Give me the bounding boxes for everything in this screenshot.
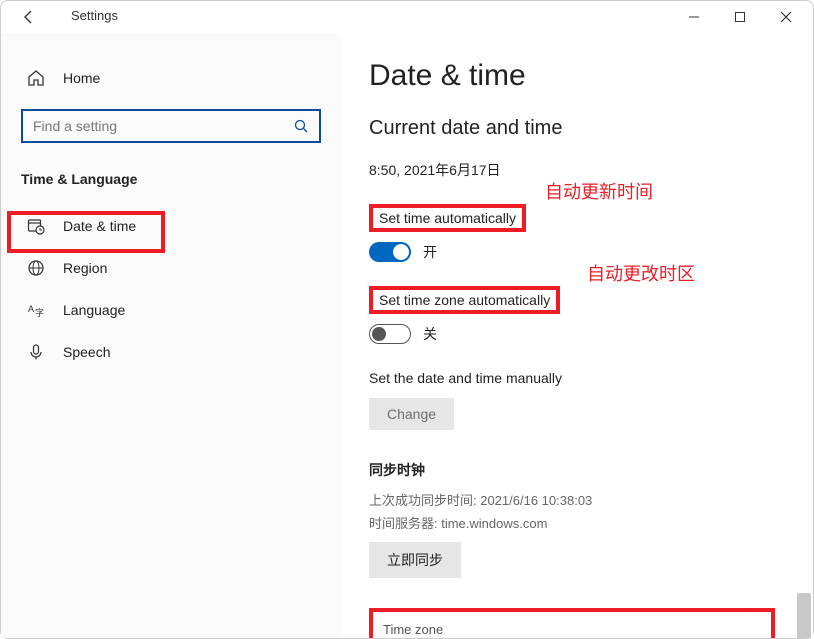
calendar-clock-icon (27, 217, 45, 235)
svg-text:A: A (28, 304, 34, 314)
toggle-state: 开 (423, 242, 437, 262)
sync-last: 上次成功同步时间: 2021/6/16 10:38:03 (369, 490, 785, 509)
nav-label: Date & time (63, 218, 136, 234)
titlebar: Settings (1, 1, 813, 33)
sidebar: Home Time & Language Date & time (1, 33, 341, 638)
nav-label: Language (63, 302, 125, 318)
language-icon: A字 (27, 301, 45, 319)
minimize-icon (688, 11, 700, 23)
home-label: Home (63, 70, 100, 86)
content: Home Time & Language Date & time (1, 33, 813, 638)
sync-server: 时间服务器: time.windows.com (369, 513, 785, 532)
timezone-section: Time zone (UTC+08:00) 北京，重庆，香港特别行政区，乌鲁木齐 (369, 608, 775, 638)
search-box[interactable] (21, 109, 321, 143)
tz-label: Time zone (383, 622, 761, 637)
maximize-button[interactable] (717, 2, 763, 32)
section-title: Time & Language (21, 171, 321, 187)
change-button[interactable]: Change (369, 398, 454, 430)
toggle-set-time-auto[interactable] (369, 242, 411, 262)
scrollbar-thumb[interactable] (797, 593, 811, 638)
search-input[interactable] (33, 118, 294, 134)
minimize-button[interactable] (671, 2, 717, 32)
arrow-left-icon (21, 9, 37, 25)
nav-language[interactable]: A字 Language (21, 289, 321, 331)
settings-window: Settings Home Time & Language (0, 0, 814, 639)
main-pane: Date & time Current date and time 8:50, … (341, 33, 813, 638)
nav-region[interactable]: Region (21, 247, 321, 289)
current-datetime: 8:50, 2021年6月17日 (369, 160, 785, 180)
nav-label: Speech (63, 344, 110, 360)
home-icon (27, 69, 45, 87)
home-nav[interactable]: Home (21, 61, 321, 95)
toggle-state: 关 (423, 324, 437, 344)
close-button[interactable] (763, 2, 809, 32)
toggle-set-tz-auto[interactable] (369, 324, 411, 344)
set-time-auto-label: Set time automatically (369, 204, 526, 232)
mic-icon (27, 343, 45, 361)
manual-label: Set the date and time manually (369, 368, 568, 388)
nav-speech[interactable]: Speech (21, 331, 321, 373)
search-icon (294, 119, 309, 134)
sync-now-button[interactable]: 立即同步 (369, 542, 461, 578)
annotation-auto-time: 自动更新时间 (545, 178, 653, 204)
svg-text:字: 字 (35, 307, 44, 318)
annotation-auto-tz: 自动更改时区 (587, 260, 695, 286)
globe-icon (27, 259, 45, 277)
nav-list: Date & time Region A字 Language (21, 205, 321, 373)
close-icon (780, 11, 792, 23)
set-tz-auto-label: Set time zone automatically (369, 286, 560, 314)
page-title: Date & time (369, 59, 785, 93)
nav-date-time[interactable]: Date & time (21, 205, 321, 247)
nav-label: Region (63, 260, 107, 276)
back-button[interactable] (19, 7, 39, 27)
section-current: Current date and time (369, 117, 785, 140)
sync-title: 同步时钟 (369, 460, 785, 480)
maximize-icon (734, 11, 746, 23)
window-title: Settings (71, 8, 118, 23)
